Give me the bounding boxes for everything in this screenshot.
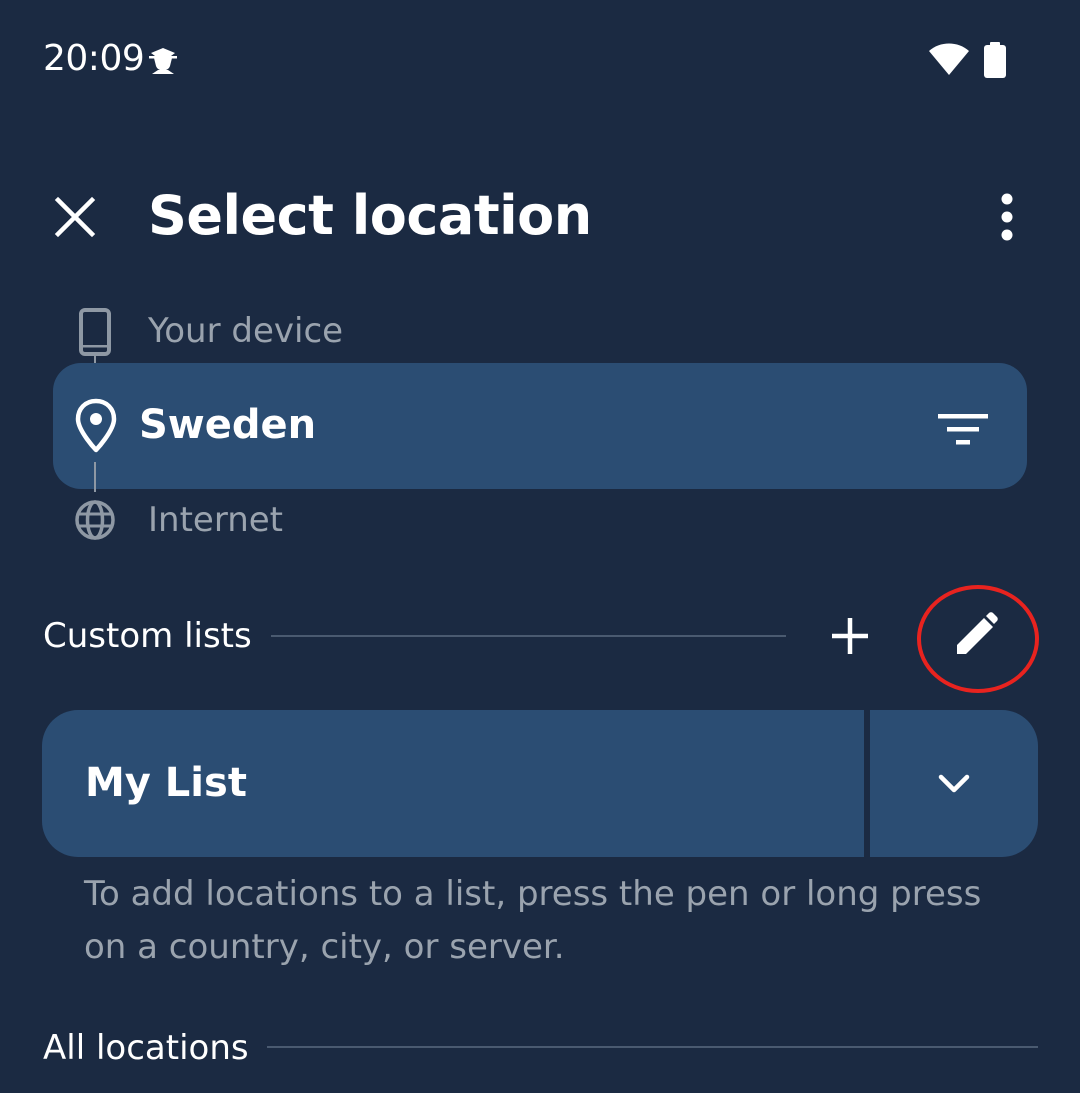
custom-list-select-button[interactable]: My List: [42, 710, 864, 857]
chevron-down-icon: [938, 774, 970, 793]
more-options-button[interactable]: [982, 190, 1032, 244]
filter-button[interactable]: [932, 406, 994, 452]
custom-lists-hint: To add locations to a list, press the pe…: [84, 874, 982, 967]
hop-connector: [94, 462, 96, 492]
globe-icon: [75, 500, 115, 540]
custom-list-item: My List: [42, 710, 1038, 857]
add-custom-list-button[interactable]: [824, 610, 876, 662]
wifi-icon: [929, 43, 969, 75]
battery-icon: [984, 42, 1006, 78]
location-pin-icon: [75, 398, 117, 453]
section-divider: [271, 635, 786, 637]
custom-list-label: My List: [85, 760, 247, 806]
close-button[interactable]: [50, 192, 100, 242]
custom-list-expand-button[interactable]: [870, 710, 1038, 857]
edit-custom-lists-button[interactable]: [944, 610, 1004, 666]
phone-icon: [79, 308, 111, 356]
all-locations-title: All locations: [43, 1028, 249, 1068]
internet-label: Internet: [148, 500, 284, 540]
custom-lists-title: Custom lists: [43, 616, 252, 656]
spy-icon: [149, 48, 177, 74]
device-label: Your device: [148, 311, 344, 351]
page-title: Select location: [148, 184, 592, 247]
status-time: 20:09: [43, 38, 145, 79]
section-divider: [267, 1046, 1038, 1048]
selected-location-label: Sweden: [139, 402, 317, 448]
